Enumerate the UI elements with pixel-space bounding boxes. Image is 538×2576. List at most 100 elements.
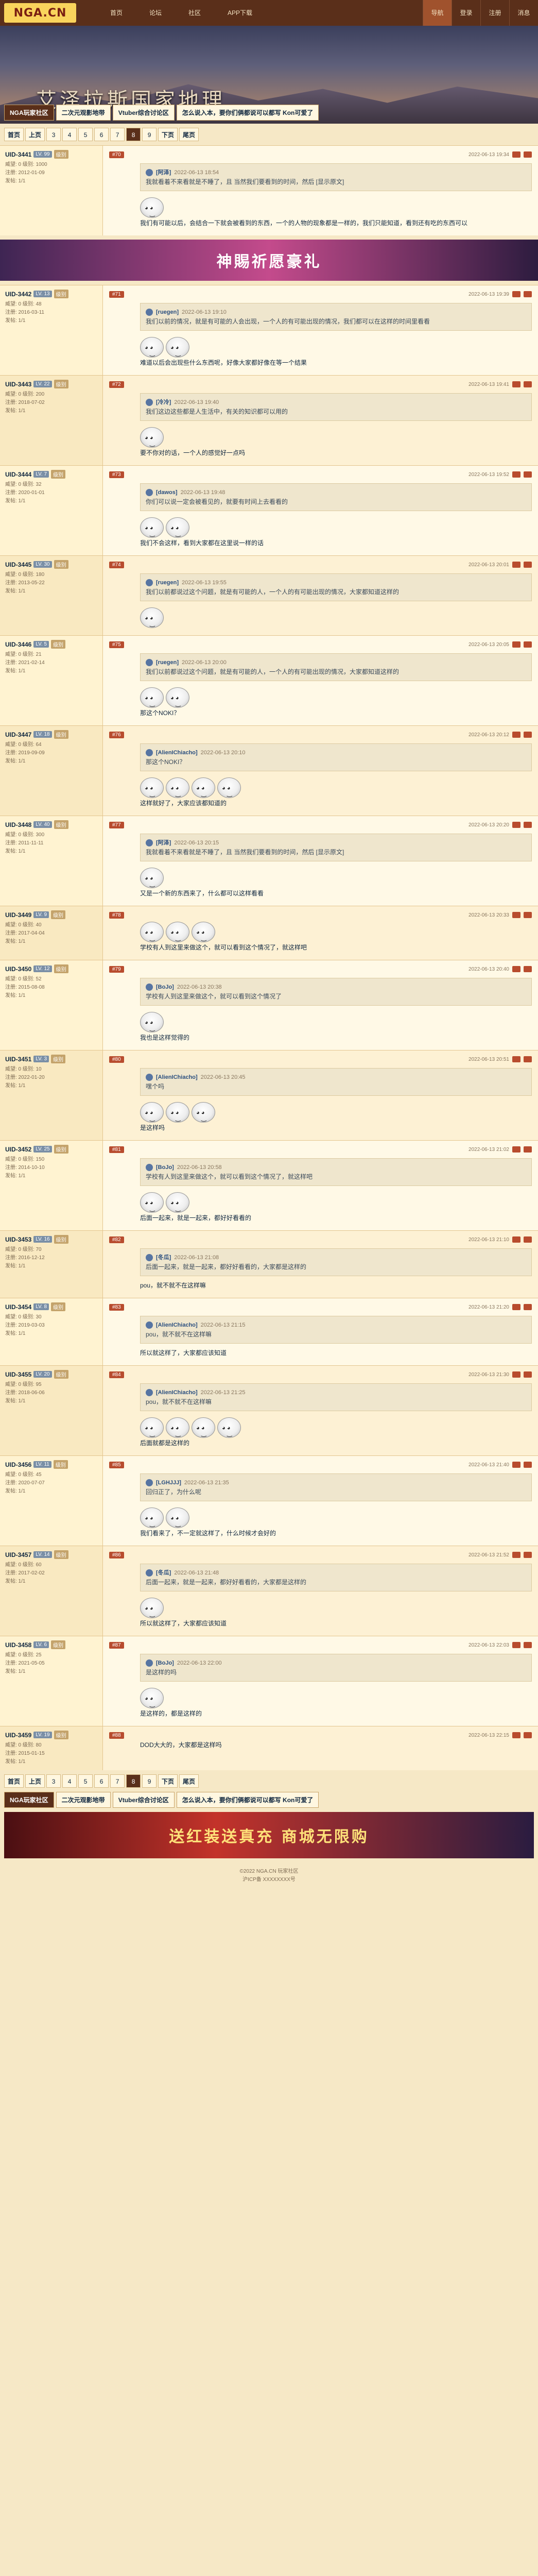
floor-number[interactable]: #86 — [109, 1551, 124, 1558]
more-icon[interactable] — [524, 822, 532, 828]
quote-author[interactable]: [ruegen] — [156, 658, 179, 667]
username[interactable]: UID-3450 LV. 12 级别 — [5, 964, 97, 973]
avatar[interactable] — [146, 399, 153, 406]
user-id[interactable]: UID-3446 — [5, 641, 31, 648]
ad-banner-bottom[interactable]: 送红装送真充 商城无限购 — [4, 1812, 534, 1858]
quote-author[interactable]: [BoJo] — [156, 1658, 174, 1668]
footer-icp[interactable]: 沪ICP备 XXXXXXXX号 — [0, 1876, 538, 1884]
pager-first[interactable]: 首页 — [4, 128, 24, 141]
avatar[interactable] — [146, 1321, 153, 1329]
avatar[interactable] — [146, 169, 153, 176]
pager-next[interactable]: 下页 — [158, 1774, 178, 1788]
more-icon[interactable] — [524, 1371, 532, 1378]
avatar[interactable] — [146, 839, 153, 846]
user-id[interactable]: UID-3441 — [5, 151, 31, 158]
floor-number[interactable]: #71 — [109, 291, 124, 298]
username[interactable]: UID-3456 LV. 11 级别 — [5, 1460, 97, 1469]
avatar[interactable] — [146, 1074, 153, 1081]
more-icon[interactable] — [524, 291, 532, 297]
register-button[interactable]: 注册 — [480, 0, 509, 26]
quote-author[interactable]: [LGHJJJ] — [156, 1478, 181, 1487]
username[interactable]: UID-3447 LV. 18 级别 — [5, 730, 97, 739]
username[interactable]: UID-3442 LV. 13 级别 — [5, 290, 97, 298]
username[interactable]: UID-3451 LV. 3 级别 — [5, 1055, 97, 1063]
ad-banner[interactable]: 神賜祈愿豪礼 — [0, 240, 538, 281]
pager-page[interactable]: 6 — [94, 128, 109, 141]
quote-author[interactable]: [dawos] — [156, 488, 178, 497]
reply-icon[interactable] — [512, 912, 520, 918]
pager-current[interactable]: 8 — [126, 1774, 141, 1788]
username[interactable]: UID-3453 LV. 16 级别 — [5, 1235, 97, 1244]
pager-page[interactable]: 7 — [110, 128, 125, 141]
avatar[interactable] — [146, 579, 153, 586]
floor-number[interactable]: #77 — [109, 821, 124, 828]
floor-number[interactable]: #80 — [109, 1056, 124, 1063]
username[interactable]: UID-3446 LV. 5 级别 — [5, 640, 97, 649]
reply-icon[interactable] — [512, 1642, 520, 1648]
username[interactable]: UID-3441 LV. 99 级别 — [5, 150, 97, 159]
avatar[interactable] — [146, 1569, 153, 1577]
quote-author[interactable]: [阿泽] — [156, 168, 171, 177]
reply-icon[interactable] — [512, 291, 520, 297]
avatar[interactable] — [146, 309, 153, 316]
quote-author[interactable]: [冬瓜] — [156, 1568, 171, 1578]
reply-icon[interactable] — [512, 151, 520, 158]
reply-icon[interactable] — [512, 966, 520, 972]
reply-icon[interactable] — [512, 471, 520, 478]
reply-icon[interactable] — [512, 822, 520, 828]
more-icon[interactable] — [524, 381, 532, 387]
avatar[interactable] — [146, 984, 153, 991]
user-id[interactable]: UID-3452 — [5, 1146, 31, 1153]
reply-icon[interactable] — [512, 1236, 520, 1243]
avatar[interactable] — [146, 749, 153, 756]
user-id[interactable]: UID-3457 — [5, 1551, 31, 1558]
pager-current[interactable]: 8 — [126, 128, 141, 141]
pager-page[interactable]: 6 — [94, 1774, 109, 1788]
breadcrumb-home[interactable]: NGA玩家社区 — [4, 1792, 54, 1808]
avatar[interactable] — [146, 1389, 153, 1396]
reply-icon[interactable] — [512, 1304, 520, 1310]
messages-button[interactable]: 消息 — [509, 0, 538, 26]
reply-icon[interactable] — [512, 381, 520, 387]
user-id[interactable]: UID-3450 — [5, 965, 31, 973]
reply-icon[interactable] — [512, 1462, 520, 1468]
more-icon[interactable] — [524, 471, 532, 478]
floor-number[interactable]: #73 — [109, 471, 124, 478]
more-icon[interactable] — [524, 1236, 532, 1243]
user-id[interactable]: UID-3444 — [5, 471, 31, 478]
more-icon[interactable] — [524, 1304, 532, 1310]
avatar[interactable] — [146, 1164, 153, 1171]
nav-community[interactable]: 社区 — [175, 0, 214, 26]
floor-number[interactable]: #75 — [109, 641, 124, 648]
floor-number[interactable]: #82 — [109, 1236, 124, 1243]
user-id[interactable]: UID-3448 — [5, 821, 31, 828]
username[interactable]: UID-3457 LV. 14 级别 — [5, 1550, 97, 1559]
more-icon[interactable] — [524, 562, 532, 568]
quote-author[interactable]: [BoJo] — [156, 1163, 174, 1172]
user-id[interactable]: UID-3456 — [5, 1461, 31, 1468]
floor-number[interactable]: #78 — [109, 911, 124, 919]
pager-last[interactable]: 尾页 — [179, 128, 199, 141]
pager-page[interactable]: 9 — [142, 1774, 157, 1788]
floor-number[interactable]: #83 — [109, 1303, 124, 1311]
user-id[interactable]: UID-3449 — [5, 911, 31, 919]
more-icon[interactable] — [524, 732, 532, 738]
avatar[interactable] — [146, 659, 153, 666]
breadcrumb-thread[interactable]: 怎么说入本，要你们俩都说可以都写 Kon可爱了 — [176, 1792, 319, 1808]
reply-icon[interactable] — [512, 641, 520, 648]
nav-forum[interactable]: 论坛 — [136, 0, 175, 26]
floor-number[interactable]: #87 — [109, 1641, 124, 1649]
reply-icon[interactable] — [512, 1056, 520, 1062]
breadcrumb-thread[interactable]: 怎么说入本，要你们俩都说可以都写 Kon可爱了 — [176, 105, 319, 121]
floor-number[interactable]: #70 — [109, 151, 124, 158]
more-icon[interactable] — [524, 1732, 532, 1738]
floor-number[interactable]: #85 — [109, 1461, 124, 1468]
user-id[interactable]: UID-3447 — [5, 731, 31, 738]
quote-author[interactable]: [AlienIChiacho] — [156, 1388, 198, 1397]
user-id[interactable]: UID-3458 — [5, 1641, 31, 1649]
pager-prev[interactable]: 上页 — [25, 1774, 45, 1788]
more-icon[interactable] — [524, 1146, 532, 1153]
quote-author[interactable]: [冷冷] — [156, 398, 171, 407]
pager-page[interactable]: 7 — [110, 1774, 125, 1788]
quote-author[interactable]: [BoJo] — [156, 982, 174, 992]
